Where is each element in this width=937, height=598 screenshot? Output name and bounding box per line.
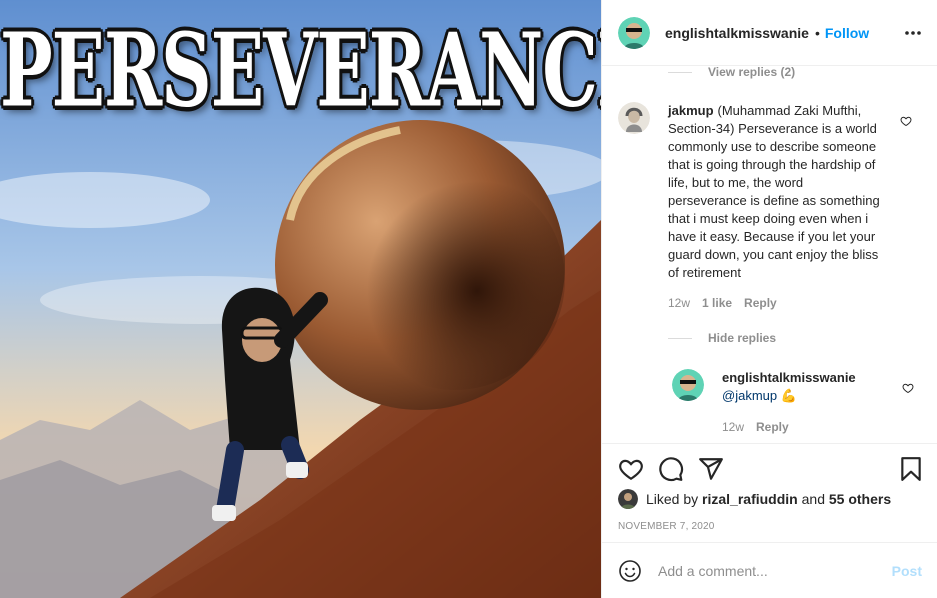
comment-like-heart-icon[interactable]: [900, 115, 912, 127]
post-actions: Liked by rizal_rafiuddin and 55 others N…: [602, 443, 937, 532]
share-icon[interactable]: [698, 456, 724, 482]
reply-button[interactable]: Reply: [744, 296, 777, 310]
post-date[interactable]: NOVEMBER 7, 2020: [618, 521, 715, 532]
hide-replies-label: Hide replies: [708, 331, 777, 345]
liker-avatar[interactable]: [618, 489, 638, 509]
reply-meta: 12w Reply: [722, 420, 789, 434]
reply-username[interactable]: englishtalkmisswanie: [722, 370, 856, 385]
comment-icon[interactable]: [658, 456, 684, 482]
liked-by-and: and: [801, 491, 825, 507]
add-comment-bar: Post: [602, 542, 937, 598]
post-side-panel: englishtalkmisswanie • Follow View repli…: [601, 0, 937, 598]
author-avatar[interactable]: [618, 16, 650, 49]
separator-dot: •: [814, 24, 820, 41]
comment-text: (Muhammad Zaki Mufthi, Section-34) Perse…: [668, 103, 880, 280]
likes-count-link[interactable]: 55 others: [829, 491, 891, 507]
liked-by-prefix: Liked by: [646, 491, 699, 507]
follow-button[interactable]: Follow: [825, 25, 869, 41]
liked-by-summary: Liked by rizal_rafiuddin and 55 others: [618, 489, 891, 509]
reply-like-heart-icon[interactable]: [902, 382, 914, 394]
reply-text-block: englishtalkmisswanie @jakmup 💪: [722, 369, 892, 405]
view-replies-label: View replies (2): [708, 66, 796, 79]
commenter-avatar[interactable]: [618, 102, 650, 134]
heart-icon[interactable]: [618, 456, 644, 482]
comment-text-block: jakmup (Muhammad Zaki Mufthi, Section-34)…: [668, 102, 884, 282]
comment-username[interactable]: jakmup: [668, 103, 714, 118]
view-replies-button[interactable]: View replies (2): [668, 66, 795, 79]
bookmark-icon[interactable]: [898, 456, 924, 482]
liked-by-user-link[interactable]: rizal_rafiuddin: [702, 491, 798, 507]
comment-input[interactable]: [658, 562, 878, 579]
reply-reply-button[interactable]: Reply: [756, 420, 789, 434]
post-header: englishtalkmisswanie • Follow: [602, 0, 937, 66]
reply-item: englishtalkmisswanie @jakmup 💪 12w Reply: [672, 369, 922, 439]
comment-time[interactable]: 12w: [668, 296, 690, 310]
reply-time[interactable]: 12w: [722, 420, 744, 434]
comment-meta: 12w 1 like Reply: [668, 296, 777, 310]
flexed-biceps-emoji: 💪: [780, 388, 797, 403]
image-title-text: PERSEVERANCE: [0, 10, 601, 131]
comment-item: jakmup (Muhammad Zaki Mufthi, Section-34)…: [618, 102, 918, 322]
emoji-icon[interactable]: [618, 559, 642, 583]
comment-likes[interactable]: 1 like: [702, 296, 732, 310]
post-image[interactable]: PERSEVERANCE: [0, 0, 601, 598]
reply-author-avatar[interactable]: [672, 369, 704, 401]
comments-list[interactable]: View replies (2) jakmup (Muhammad Zaki Mu…: [602, 66, 937, 443]
replies-divider-line: [668, 71, 692, 73]
author-username[interactable]: englishtalkmisswanie: [665, 25, 809, 41]
reply-mention-link[interactable]: @jakmup: [722, 388, 777, 403]
more-options-icon[interactable]: [904, 24, 922, 42]
post-comment-button[interactable]: Post: [892, 563, 922, 579]
replies-divider-line: [668, 337, 692, 339]
hide-replies-button[interactable]: Hide replies: [668, 331, 776, 345]
